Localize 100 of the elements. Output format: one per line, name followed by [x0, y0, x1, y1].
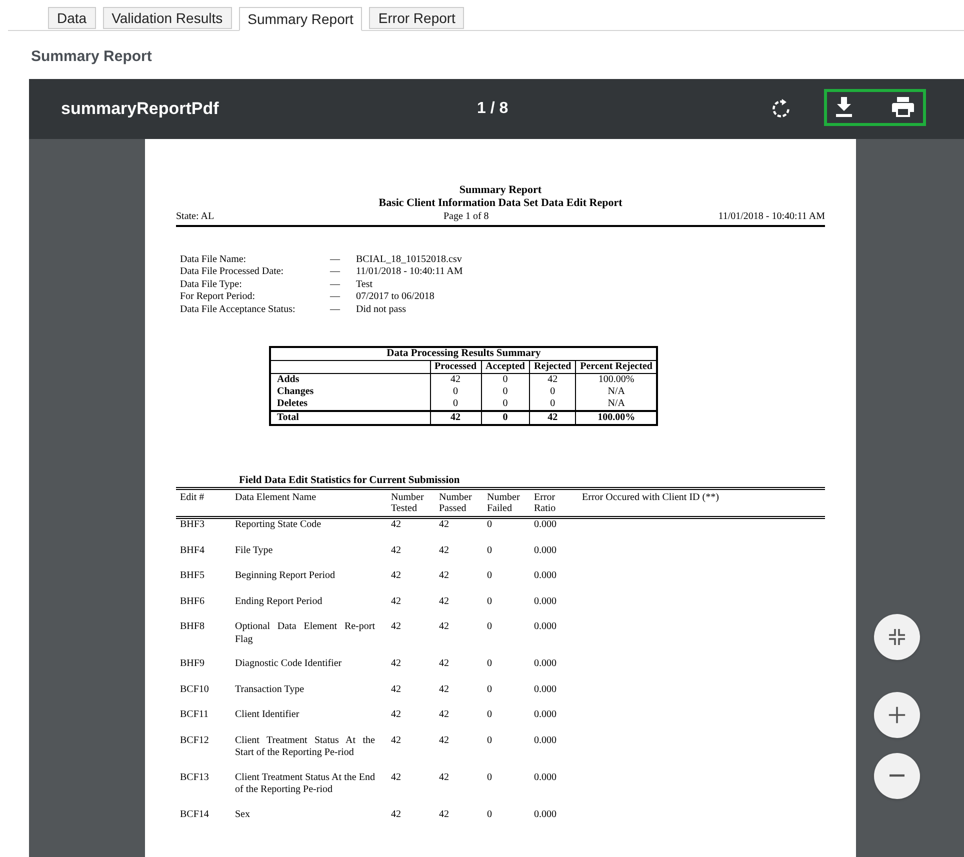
state-label: State: AL [176, 211, 214, 224]
table-cell: N/A [576, 386, 658, 398]
table-cell-text: 0.000 [534, 808, 558, 822]
table-cell: 0 [481, 386, 530, 398]
plus-icon [888, 706, 906, 724]
table-cell-text: 42 [439, 734, 450, 748]
table-cell-text: 42 [439, 808, 450, 822]
table-cell-text: 42 [439, 519, 450, 532]
table-cell-text: 42 [439, 544, 450, 558]
column-header: Error Occured with Client ID (**) [582, 492, 720, 506]
table-cell: 0 [430, 386, 482, 398]
table-cell: 100.00% [576, 411, 658, 425]
column-header: Processed [430, 360, 482, 374]
column-header: Number Tested [391, 492, 425, 514]
table-cell-text: BCF13 [180, 772, 210, 785]
tab[interactable]: Validation Results [102, 7, 232, 29]
table-cell-text: BHF5 [180, 570, 206, 584]
table-cell-text: 0.000 [534, 621, 558, 634]
table-cell-text: Diagnostic Code Identifier [235, 658, 343, 672]
column-header: Number Passed [439, 492, 473, 514]
table-cell-text: 0.000 [534, 596, 558, 609]
table-cell-text: 42 [391, 658, 402, 672]
table-cell: N/A [576, 398, 658, 411]
print-icon[interactable] [892, 96, 914, 116]
table-cell-text: BHF6 [180, 596, 206, 609]
section-title: Summary Report [31, 47, 153, 67]
table-cell-text: BHF9 [180, 658, 206, 672]
table-cell-text: 0.000 [534, 544, 558, 558]
table-cell-text: 0 [487, 596, 493, 609]
dash-text: — [330, 304, 341, 316]
rotate-icon[interactable] [770, 98, 792, 120]
page-number: Page 1 of 8 [444, 211, 489, 224]
report-title: Summary Report [458, 184, 543, 198]
table-cell-text: BCF10 [180, 684, 210, 697]
dash-text: — [330, 278, 341, 291]
table-cell-text: 0 [487, 772, 493, 785]
table-cell: 42 [430, 374, 482, 386]
table-cell-text: 0 [487, 734, 493, 748]
table-cell: 100.00% [576, 374, 658, 386]
collapse-icon [887, 626, 907, 646]
table-cell-text: BHF3 [180, 519, 206, 532]
tab[interactable]: Error Report [369, 7, 464, 29]
column-header: Error Ratio [534, 492, 557, 514]
table-cell-text: Client Treatment Status At the Start of the Reporting Pe-riod [235, 734, 376, 760]
row-label: Changes [270, 386, 430, 398]
column-header: Percent Rejected [576, 360, 658, 374]
table-cell-text: 0 [487, 658, 493, 672]
table-cell: 42 [430, 411, 482, 425]
table-cell-text: 0 [487, 808, 493, 822]
table-title: Field Data Edit Statistics for Current Submission [239, 474, 461, 488]
table-cell-text: Reporting State Code [235, 519, 322, 532]
table-cell-text: 42 [391, 596, 402, 609]
table-cell-text: 42 [391, 544, 402, 558]
table-cell-text: Beginning Report Period [235, 570, 336, 584]
download-icon[interactable] [835, 96, 853, 116]
table-cell: 0 [481, 374, 530, 386]
zoom-out-button[interactable] [874, 752, 920, 798]
fit-page-button[interactable] [874, 614, 920, 660]
table-cell-text: 0 [487, 709, 493, 722]
column-header: Rejected [529, 360, 576, 374]
table-cell-text: 42 [439, 570, 450, 584]
page-counter: 1 / 8 [477, 98, 508, 118]
table-cell-text: 42 [439, 621, 450, 634]
table-cell-text: Transaction Type [235, 684, 306, 697]
row-label: Adds [270, 374, 430, 386]
table-cell: 42 [529, 374, 576, 386]
table-cell-text: 0.000 [534, 658, 558, 672]
field-value: Did not pass [356, 304, 407, 316]
table-cell: 0 [481, 398, 530, 411]
table-cell-text: 42 [439, 596, 450, 609]
field-value: 11/01/2018 - 10:40:11 AM [356, 266, 464, 278]
table-cell-text: BCF12 [180, 734, 210, 748]
table-cell-text: File Type [235, 544, 274, 558]
tab[interactable]: Data [48, 7, 96, 29]
field-label: Data File Acceptance Status: [180, 304, 296, 316]
table-cell: 0 [481, 411, 530, 425]
table-cell-text: 0.000 [534, 709, 558, 722]
report-subtitle: Basic Client Information Data Set Data Edit Report [378, 197, 624, 211]
table-cell-text: 0.000 [534, 684, 558, 697]
row-label: Total [270, 411, 430, 425]
dash-text: — [330, 266, 341, 278]
dash-text: — [330, 291, 341, 304]
table-cell-text: 0 [487, 621, 493, 634]
table-cell: 0 [529, 386, 576, 398]
table-cell-text: 42 [391, 709, 402, 722]
table-cell-text: BHF8 [180, 621, 206, 634]
table-cell-text: Sex [235, 808, 251, 822]
table-cell-text: 42 [439, 709, 450, 722]
row-label: Deletes [270, 398, 430, 411]
dash-text: — [330, 254, 341, 266]
tab[interactable]: Summary Report [238, 7, 362, 31]
column-header: Number Failed [487, 492, 521, 514]
table-cell-text: 42 [439, 684, 450, 697]
zoom-in-button[interactable] [874, 692, 920, 738]
table-cell-text: 42 [439, 772, 450, 785]
table-cell-text: BCF14 [180, 808, 210, 822]
table-cell-text: 42 [391, 734, 402, 748]
table-cell-text: 0 [487, 684, 493, 697]
table-cell-text: 0.000 [534, 570, 558, 584]
table-cell-text: 42 [391, 772, 402, 785]
